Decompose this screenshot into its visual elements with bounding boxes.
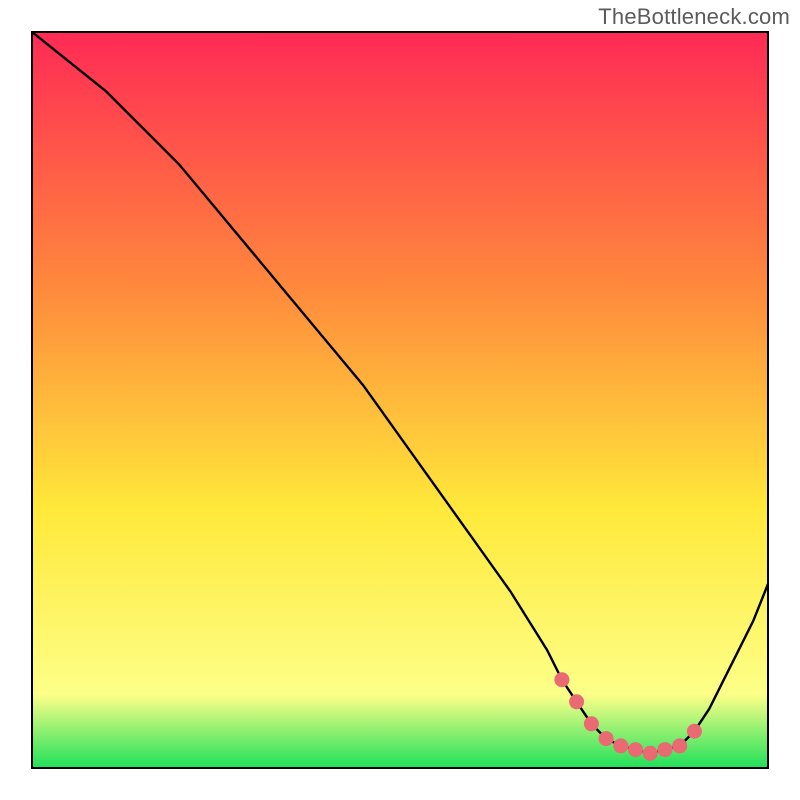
marker-dot (554, 672, 569, 687)
marker-dot (599, 731, 614, 746)
watermark-text: TheBottleneck.com (598, 4, 790, 30)
marker-dot (672, 738, 687, 753)
marker-dot (613, 738, 628, 753)
marker-dot (569, 694, 584, 709)
plot-background (32, 32, 768, 768)
marker-dot (628, 742, 643, 757)
marker-dot (687, 724, 702, 739)
bottleneck-chart (0, 0, 800, 800)
marker-dot (658, 742, 673, 757)
marker-dot (643, 746, 658, 761)
marker-dot (584, 716, 599, 731)
chart-container: TheBottleneck.com (0, 0, 800, 800)
